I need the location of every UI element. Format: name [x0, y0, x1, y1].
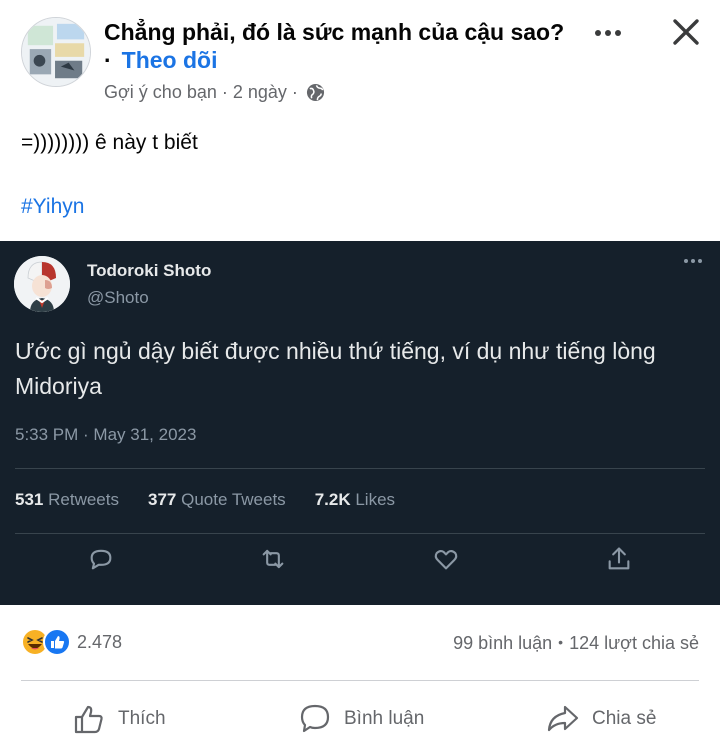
group-avatar[interactable]: [21, 17, 91, 87]
more-icon: [595, 30, 601, 36]
footer-divider: [21, 680, 699, 681]
comment-label: Bình luận: [344, 708, 425, 729]
more-icon-dot: [605, 30, 611, 36]
retweets-stat: 531 Retweets: [15, 490, 119, 509]
follow-row: · Theo dõi: [104, 47, 218, 74]
reaction-count: 2.478: [77, 631, 123, 652]
globe-icon: [306, 83, 325, 102]
tweet-body: Ước gì ngủ dậy biết được nhiều thứ tiếng…: [15, 338, 656, 399]
hashtag-link[interactable]: #Yihyn: [21, 195, 84, 219]
tweet-action-bar: [0, 545, 720, 581]
engagement-stats: 99 bình luận • 124 lượt chia sẻ: [453, 633, 699, 654]
engagement-separator: •: [558, 634, 564, 650]
like-label: Thích: [118, 708, 166, 729]
comment-button[interactable]: Bình luận: [298, 697, 424, 741]
post-meta: Gợi ý cho bạn · 2 ngày ·: [104, 82, 325, 103]
quotes-stat: 377 Quote Tweets: [147, 490, 286, 509]
share-label: Chia sẻ: [592, 708, 657, 729]
post-text: =)))))))) ê này t biết: [21, 131, 198, 154]
shares-count[interactable]: 124 lượt chia sẻ: [569, 633, 699, 653]
group-name[interactable]: Chẳng phải, đó là sức mạnh của cậu sao?: [104, 19, 564, 46]
reactions-summary[interactable]: 2.478: [21, 628, 122, 656]
group-avatar-image: [22, 18, 90, 86]
meta-separator: ·: [221, 82, 228, 102]
close-button[interactable]: [668, 14, 704, 50]
like-button[interactable]: Thích: [72, 697, 166, 741]
comment-icon: [300, 704, 330, 733]
tweet-author-name: Todoroki Shoto: [87, 261, 212, 280]
more-icon-dot: [615, 30, 621, 36]
suggestion-label: Gợi ý cho bạn: [104, 82, 217, 102]
tweet-divider: [15, 468, 705, 469]
likes-stat: 7.2K Likes: [314, 490, 396, 509]
tweet-more-icon: [682, 259, 703, 263]
reply-icon: [90, 549, 112, 570]
retweet-icon: [262, 549, 284, 569]
comments-count[interactable]: 99 bình luận: [453, 633, 552, 653]
post-time[interactable]: 2 ngày: [233, 82, 287, 103]
meta-separator-2: ·: [291, 82, 298, 102]
thumbs-up-icon: [74, 705, 103, 734]
tweet-stats: 531 Retweets 377 Quote Tweets 7.2K Likes: [15, 490, 424, 510]
tweet-divider-2: [15, 533, 705, 534]
forward-icon: [547, 705, 579, 732]
tweet-avatar: [14, 256, 70, 312]
tweet-author-handle: @Shoto: [87, 288, 149, 307]
heart-icon: [434, 550, 458, 570]
share-icon: [608, 547, 630, 570]
post-action-bar: Thích Bình luận Chia sẻ: [0, 697, 720, 741]
follow-button[interactable]: Theo dõi: [122, 47, 218, 73]
tweet-image[interactable]: Todoroki Shoto @Shoto Ước gì ngủ dậy biế…: [0, 241, 720, 605]
share-button[interactable]: Chia sẻ: [546, 697, 656, 741]
more-options-button[interactable]: [591, 18, 625, 48]
like-reaction-icon: [43, 628, 71, 656]
follow-separator: ·: [104, 47, 112, 73]
close-icon: [673, 19, 699, 45]
tweet-timestamp: 5:33 PM · May 31, 2023: [15, 425, 197, 444]
